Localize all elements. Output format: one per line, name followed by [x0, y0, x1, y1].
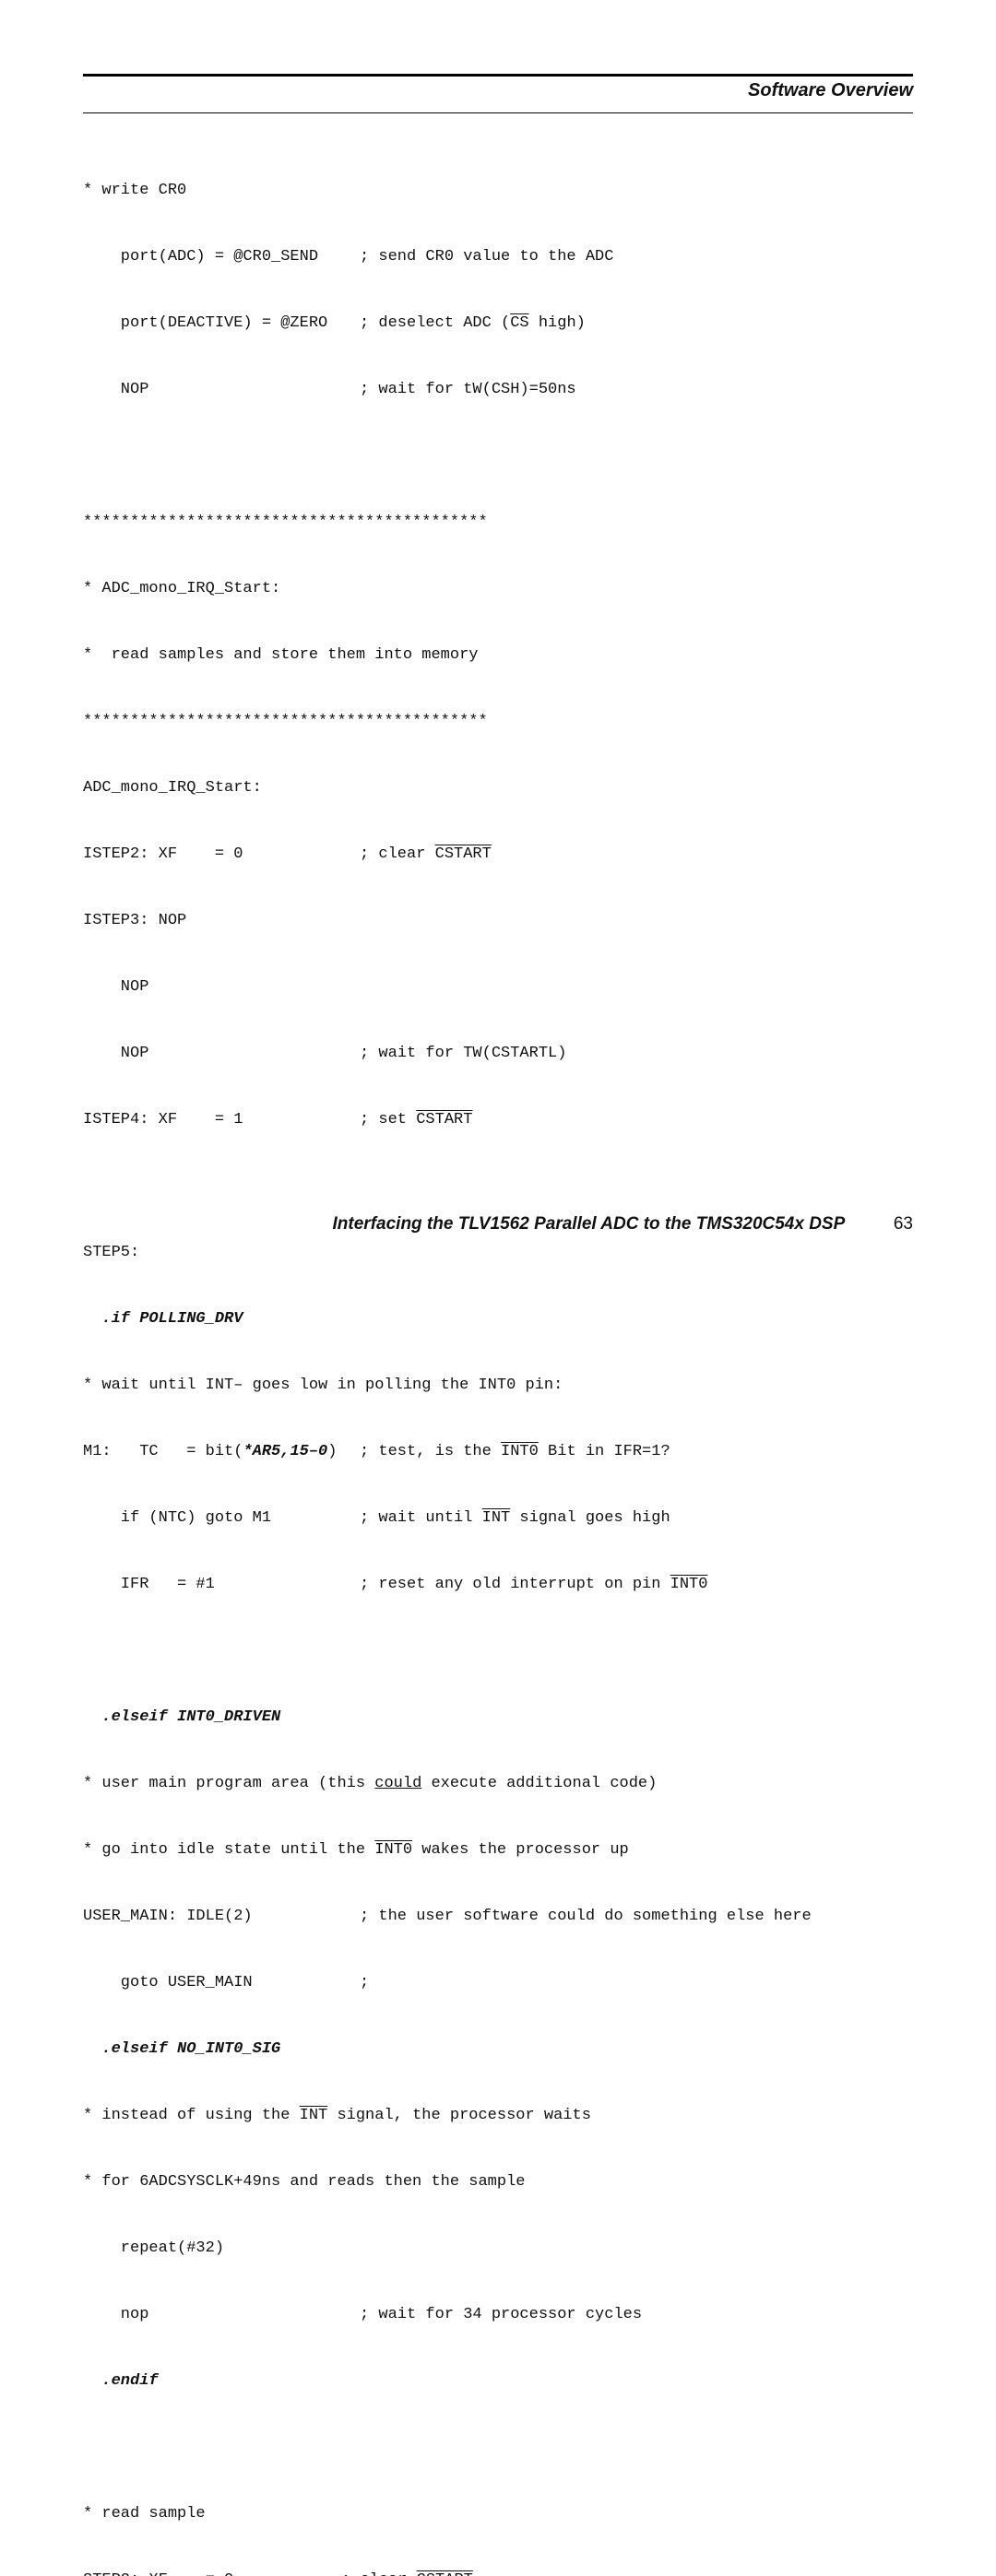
code-line: NOP; wait for tW(CSH)=50ns — [83, 379, 913, 401]
code-line: ISTEP3: NOP — [83, 910, 913, 932]
code-line: STEP5: — [83, 1242, 913, 1264]
top-rule — [83, 74, 913, 77]
code-line: * for 6ADCSYSCLK+49ns and reads then the… — [83, 2171, 913, 2193]
page-footer: Interfacing the TLV1562 Parallel ADC to … — [83, 1214, 913, 1235]
code-line: IFR = #1; reset any old interrupt on pin… — [83, 1574, 913, 1596]
code-line: .elseif NO_INT0_SIG — [83, 2038, 913, 2061]
code-line: port(DEACTIVE) = @ZERO; deselect ADC (CS… — [83, 313, 913, 335]
code-line: if (NTC) goto M1; wait until INT signal … — [83, 1507, 913, 1530]
code-line: M1: TC = bit(*AR5,15–0); test, is the IN… — [83, 1441, 913, 1463]
code-line: .elseif INT0_DRIVEN — [83, 1707, 913, 1729]
code-line: .if POLLING_DRV — [83, 1308, 913, 1330]
code-line: nop; wait for 34 processor cycles — [83, 2304, 913, 2326]
code-line: port(ADC) = @CR0_SEND; send CR0 value to… — [83, 246, 913, 268]
code-line: * wait until INT– goes low in polling th… — [83, 1375, 913, 1397]
code-line: ISTEP4: XF = 1; set CSTART — [83, 1109, 913, 1131]
footer-doc-title: Interfacing the TLV1562 Parallel ADC to … — [333, 1214, 845, 1234]
code-line: * read samples and store them into memor… — [83, 644, 913, 667]
code-line: ****************************************… — [83, 512, 913, 534]
code-line: * go into idle state until the INT0 wake… — [83, 1839, 913, 1861]
code-line: ADC_mono_IRQ_Start: — [83, 777, 913, 799]
code-line: STEP2: XF = 0; clear CSTART — [83, 2570, 913, 2576]
code-line: ****************************************… — [83, 711, 913, 733]
code-line: NOP — [83, 976, 913, 998]
code-line: ISTEP2: XF = 0; clear CSTART — [83, 844, 913, 866]
code-line: * read sample — [83, 2503, 913, 2525]
code-line: repeat(#32) — [83, 2238, 913, 2260]
code-line: NOP; wait for TW(CSTARTL) — [83, 1043, 913, 1065]
code-line: USER_MAIN: IDLE(2); the user software co… — [83, 1906, 913, 1928]
header-divider — [83, 112, 913, 113]
code-line: * user main program area (this could exe… — [83, 1773, 913, 1795]
page: Software Overview * write CR0 port(ADC) … — [0, 0, 996, 1288]
code-block: * write CR0 port(ADC) = @CR0_SEND; send … — [83, 136, 913, 2576]
code-line: goto USER_MAIN; — [83, 1972, 913, 1994]
footer-page-number: 63 — [894, 1214, 913, 1234]
code-line: * write CR0 — [83, 180, 913, 202]
code-line: .endif — [83, 2370, 913, 2393]
code-line: * ADC_mono_IRQ_Start: — [83, 578, 913, 600]
code-line: * instead of using the INT signal, the p… — [83, 2105, 913, 2127]
section-header: Software Overview — [83, 80, 913, 101]
